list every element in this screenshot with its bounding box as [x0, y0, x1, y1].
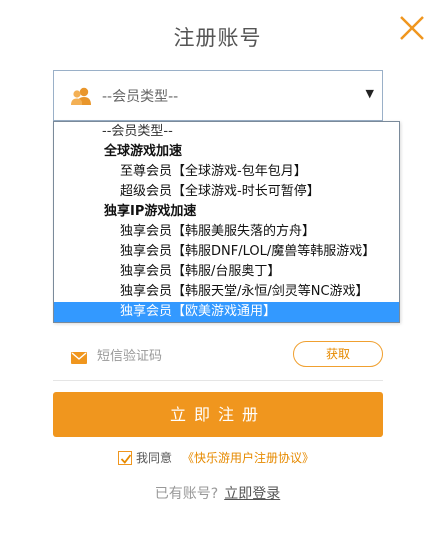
option-exclusive-dnf-lol[interactable]: 独享会员【韩服DNF/LOL/魔兽等韩服游戏】 — [54, 242, 399, 262]
page-title: 注册账号 — [173, 26, 262, 50]
option-placeholder[interactable]: --会员类型-- — [54, 122, 399, 142]
option-exclusive-nc-games[interactable]: 独享会员【韩服天堂/永恒/剑灵等NC游戏】 — [54, 282, 399, 302]
member-type-value: --会员类型-- — [102, 89, 179, 105]
option-exclusive-odin[interactable]: 独享会员【韩服/台服奥丁】 — [54, 262, 399, 282]
option-super-member[interactable]: 超级会员【全球游戏-时长可暂停】 — [54, 182, 399, 202]
option-exclusive-western-games[interactable]: 独享会员【欧美游戏通用】 — [54, 302, 399, 322]
option-exclusive-lost-ark[interactable]: 独享会员【韩服美服失落的方舟】 — [54, 222, 399, 242]
mail-icon — [71, 349, 87, 364]
option-supreme-member[interactable]: 至尊会员【全球游戏-包年包月】 — [54, 162, 399, 182]
divider — [53, 380, 383, 381]
option-group-global: 全球游戏加速 — [104, 144, 183, 159]
sms-code-row: 获取 — [53, 336, 383, 376]
caret-down-icon: ▼ — [365, 87, 374, 100]
login-row: 已有账号? 立即登录 — [0, 483, 435, 503]
check-icon — [120, 454, 132, 464]
login-link[interactable]: 立即登录 — [224, 486, 280, 502]
member-type-dropdown: --会员类型-- 全球游戏加速 至尊会员【全球游戏-包年包月】 超级会员【全球游… — [53, 121, 400, 323]
agree-checkbox[interactable] — [118, 451, 132, 465]
register-button[interactable]: 立即注册 — [53, 392, 383, 437]
option-group-exclusive-ip: 独享IP游戏加速 — [104, 204, 197, 219]
sms-code-input[interactable] — [97, 344, 277, 368]
user-group-icon — [69, 86, 93, 106]
member-type-select[interactable]: --会员类型-- ▼ — [53, 70, 383, 121]
close-icon[interactable] — [398, 14, 426, 42]
agreement-link[interactable]: 《快乐游用户注册协议》 — [182, 450, 314, 466]
login-prompt: 已有账号? — [154, 486, 219, 502]
get-code-button[interactable]: 获取 — [293, 341, 383, 367]
agree-label: 我同意 — [136, 451, 173, 465]
